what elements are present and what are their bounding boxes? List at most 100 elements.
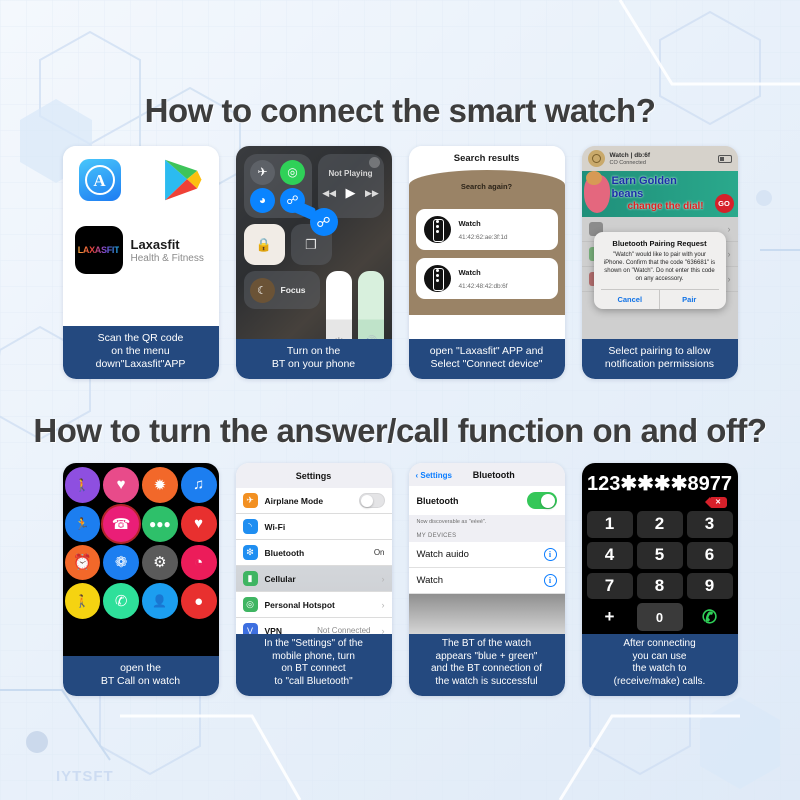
chevron-right-icon: › bbox=[727, 249, 731, 259]
next-icon[interactable]: ▶▶ bbox=[365, 188, 379, 199]
pair-button[interactable]: Pair bbox=[660, 290, 719, 309]
settings-icon[interactable]: ⚙ bbox=[142, 544, 178, 581]
settings-row[interactable]: ❇ Bluetooth On bbox=[235, 540, 392, 566]
list-filler bbox=[408, 594, 565, 634]
wifi-icon[interactable]: ◕ bbox=[250, 187, 275, 213]
dial-key-8[interactable]: 8 bbox=[636, 572, 683, 600]
brightness-slider[interactable]: ☀ bbox=[325, 271, 352, 339]
device-name: Watch bbox=[458, 267, 481, 277]
contact-icon[interactable]: 👤 bbox=[142, 583, 178, 619]
cellular-data-icon[interactable]: ◎ bbox=[280, 159, 305, 185]
heart2-icon[interactable]: ♥ bbox=[180, 505, 217, 542]
battery-icon bbox=[717, 154, 732, 163]
dial-key-1[interactable]: 1 bbox=[586, 511, 633, 538]
bluetooth-toggle[interactable] bbox=[526, 492, 557, 509]
dial-key-5[interactable]: 5 bbox=[636, 541, 683, 569]
run-icon[interactable]: 🏃 bbox=[64, 505, 101, 542]
weather-icon[interactable]: ❁ bbox=[103, 544, 139, 581]
search-results-panel: Search results Search again? Watch 41:42… bbox=[408, 146, 565, 339]
info-icon[interactable]: i bbox=[543, 548, 557, 561]
airplane-mode-icon[interactable]: ✈ bbox=[250, 159, 275, 185]
chevron-right-icon: › bbox=[727, 274, 731, 284]
device-mac: 41:42:62:ae:3f:1d bbox=[458, 233, 508, 241]
airplay-icon[interactable] bbox=[368, 157, 380, 168]
airplane-mode-toggle[interactable] bbox=[358, 493, 385, 508]
call-button[interactable]: ✆ bbox=[687, 603, 733, 631]
banner-go-button[interactable]: GO bbox=[714, 194, 734, 213]
info-icon[interactable]: i bbox=[543, 574, 557, 587]
delete-icon[interactable]: ✕ bbox=[704, 497, 727, 508]
alarm-icon[interactable]: ⏰ bbox=[64, 544, 101, 581]
dial-key-3[interactable]: 3 bbox=[686, 511, 733, 538]
phone-call-icon[interactable]: ☎ bbox=[103, 505, 139, 542]
settings-list[interactable]: ✈ Airplane Mode ◝ Wi-Fi ❇ Bluetooth On ▮ Cellula… bbox=[235, 488, 392, 634]
card-watch-apps: 🚶 ♥ ✹ ♫ 🏃 ☎ ●●● ♥ ⏰ ❁ ⚙ ◔ 🚶 ✆ 👤 ● open the BT Call on w… bbox=[62, 463, 219, 696]
banner-line-1: Earn Golden bbox=[611, 175, 677, 187]
watch-app-grid-screen: 🚶 ♥ ✹ ♫ 🏃 ☎ ●●● ♥ ⏰ ❁ ⚙ ◔ 🚶 ✆ 👤 ● bbox=[62, 463, 219, 656]
dial-key-9[interactable]: 9 bbox=[686, 572, 733, 600]
settings-row[interactable]: ✈ Airplane Mode bbox=[235, 488, 392, 514]
dial-key-4[interactable]: 4 bbox=[586, 541, 633, 569]
heart-icon[interactable]: ♥ bbox=[103, 467, 139, 503]
settings-row[interactable]: ◝ Wi-Fi bbox=[235, 514, 392, 540]
cancel-button[interactable]: Cancel bbox=[601, 290, 660, 309]
chevron-right-icon: › bbox=[381, 573, 385, 584]
pairing-screen: Watch | db:6f CO Connected Earn Golden b… bbox=[581, 146, 738, 339]
chevron-right-icon: › bbox=[381, 599, 385, 610]
focus-toggle[interactable]: ☾ Focus bbox=[243, 271, 320, 309]
dial-key-6[interactable]: 6 bbox=[686, 541, 733, 569]
sun-icon[interactable]: ✹ bbox=[142, 467, 178, 503]
settings-row[interactable]: V VPN Not Connected › bbox=[236, 618, 392, 634]
device-mac: 41:42:48:42:db:6f bbox=[458, 282, 508, 290]
settings-row[interactable]: ◎ Personal Hotspot › bbox=[235, 592, 392, 618]
more-icon[interactable]: ● bbox=[180, 583, 217, 619]
dial-key-0[interactable]: 0 bbox=[636, 603, 683, 631]
device-row[interactable]: Watch i bbox=[408, 568, 565, 594]
chevron-right-icon: › bbox=[381, 625, 385, 635]
bluetooth-pairing-dialog: Bluetooth Pairing Request "Watch" would … bbox=[593, 232, 726, 309]
settings-row-label: VPN bbox=[264, 625, 282, 635]
card-ios-settings-screen: Settings ✈ Airplane Mode ◝ Wi-Fi ❇ Bluetooth O… bbox=[235, 463, 392, 634]
media-status: Not Playing bbox=[328, 169, 373, 178]
watch-app-grid[interactable]: 🚶 ♥ ✹ ♫ 🏃 ☎ ●●● ♥ ⏰ ❁ ⚙ ◔ 🚶 ✆ 👤 ● bbox=[63, 463, 219, 623]
dial-key-7[interactable]: 7 bbox=[586, 572, 633, 600]
card-ios-settings: Settings ✈ Airplane Mode ◝ Wi-Fi ❇ Bluetooth O… bbox=[235, 463, 392, 696]
dialog-actions: Cancel Pair bbox=[600, 289, 719, 309]
app-store-icon[interactable]: A bbox=[78, 159, 121, 201]
card-search-results: Search results Search again? Watch 41:42… bbox=[408, 146, 565, 379]
settings-row[interactable]: ▮ Cellular › bbox=[235, 566, 392, 592]
card-bluetooth-settings-screen: ‹ Settings Bluetooth Bluetooth Now disco… bbox=[408, 463, 565, 634]
bluetooth-label: Bluetooth bbox=[416, 495, 459, 506]
app-entry-row[interactable]: LAXASFIT Laxasfit Health & Fitness bbox=[73, 202, 209, 274]
promo-banner[interactable]: Earn Golden beans change the dial! GO bbox=[581, 171, 738, 217]
dial-pad[interactable]: 1 2 3 4 5 6 7 8 9 +0 ✆ bbox=[586, 511, 733, 631]
device-result-row[interactable]: Watch 41:42:62:ae:3f:1d bbox=[415, 209, 558, 250]
media-controls[interactable]: ◀◀ ▶ ▶▶ bbox=[318, 185, 384, 201]
watch-avatar bbox=[587, 150, 605, 167]
dial-key-2[interactable]: 2 bbox=[636, 511, 683, 538]
app-category: Health & Fitness bbox=[130, 252, 204, 264]
device-row[interactable]: Watch auido i bbox=[408, 542, 565, 568]
device-result-row[interactable]: Watch 41:42:48:42:db:6f bbox=[415, 258, 558, 299]
walk-icon[interactable]: 🚶 bbox=[64, 467, 101, 503]
rotation-lock-icon[interactable]: 🔒 bbox=[243, 224, 285, 265]
google-play-icon[interactable] bbox=[161, 158, 203, 202]
plus-key[interactable]: + bbox=[587, 603, 633, 631]
volume-icon: 🔊 bbox=[358, 335, 384, 339]
music-icon[interactable]: ♫ bbox=[180, 467, 217, 503]
section-title-answer-call: How to turn the answer/call function on … bbox=[33, 412, 767, 449]
card-caption: open the BT Call on watch bbox=[62, 656, 219, 696]
dial-call-icon[interactable]: ✆ bbox=[103, 583, 139, 619]
spiral-icon[interactable]: ◔ bbox=[180, 544, 217, 581]
search-again-link[interactable]: Search again? bbox=[416, 182, 558, 191]
message-icon[interactable]: ●●● bbox=[142, 505, 178, 542]
brightness-icon: ☀ bbox=[326, 335, 352, 339]
card-scan-qr: A LAXASFIT Laxasfit Health & Fitness Sca… bbox=[62, 146, 219, 379]
chevron-right-icon: › bbox=[727, 224, 731, 234]
volume-slider[interactable]: 🔊 bbox=[357, 271, 384, 339]
play-icon[interactable]: ▶ bbox=[346, 185, 356, 201]
card-caption: Select pairing to allow notification per… bbox=[581, 339, 738, 379]
bluetooth-toggle-row[interactable]: Bluetooth bbox=[408, 486, 565, 515]
previous-icon[interactable]: ◀◀ bbox=[322, 188, 336, 199]
pedometer-icon[interactable]: 🚶 bbox=[64, 583, 101, 619]
